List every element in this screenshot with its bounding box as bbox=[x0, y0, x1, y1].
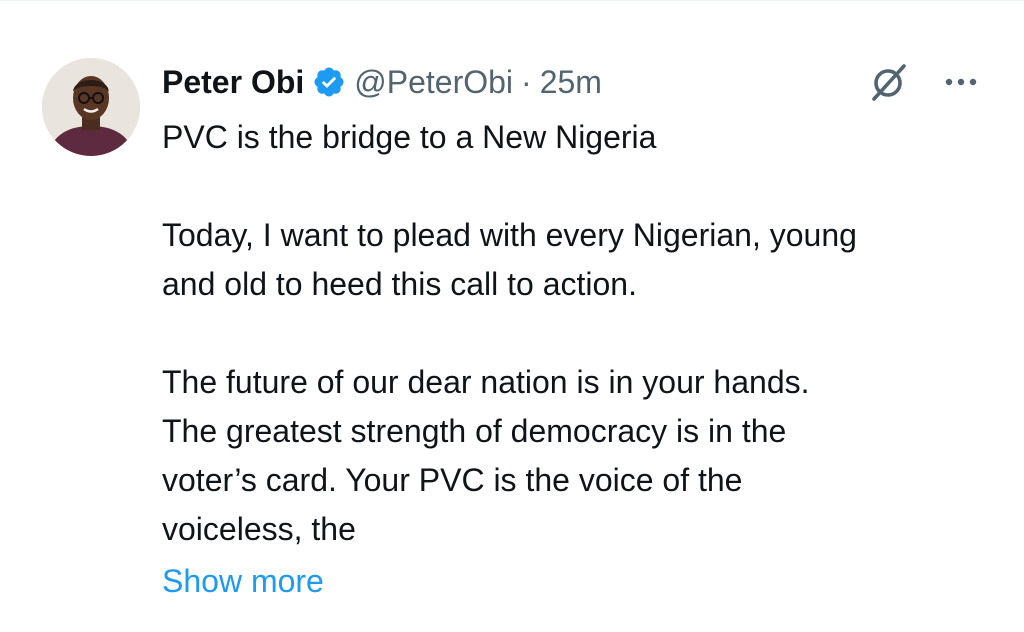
author-name[interactable]: Peter Obi bbox=[162, 64, 304, 101]
timestamp[interactable]: 25m bbox=[540, 64, 602, 101]
tweet-line: and old to heed this call to action. bbox=[162, 266, 637, 302]
tweet-card[interactable]: Peter Obi @PeterObi · 25m PVC is the bri… bbox=[0, 0, 1024, 632]
tweet-title-line: PVC is the bridge to a New Nigeria bbox=[162, 119, 657, 155]
more-options-icon[interactable] bbox=[940, 69, 982, 95]
tweet-line: The greatest strength of democracy is in… bbox=[162, 413, 787, 449]
grok-icon[interactable] bbox=[866, 59, 912, 105]
show-more-link[interactable]: Show more bbox=[162, 557, 324, 606]
verified-badge-icon bbox=[312, 65, 346, 99]
author-handle[interactable]: @PeterObi bbox=[354, 64, 513, 101]
tweet-header: Peter Obi @PeterObi · 25m bbox=[162, 59, 602, 105]
avatar-image bbox=[42, 58, 140, 156]
tweet-line: The future of our dear nation is in your… bbox=[162, 364, 810, 400]
tweet-line: Today, I want to plead with every Nigeri… bbox=[162, 217, 857, 253]
avatar[interactable] bbox=[42, 58, 140, 156]
tweet-line: voiceless, the bbox=[162, 511, 356, 547]
tweet-text: PVC is the bridge to a New Nigeria Today… bbox=[162, 113, 992, 554]
tweet-line: voter’s card. Your PVC is the voice of t… bbox=[162, 462, 743, 498]
separator-dot: · bbox=[521, 63, 532, 100]
